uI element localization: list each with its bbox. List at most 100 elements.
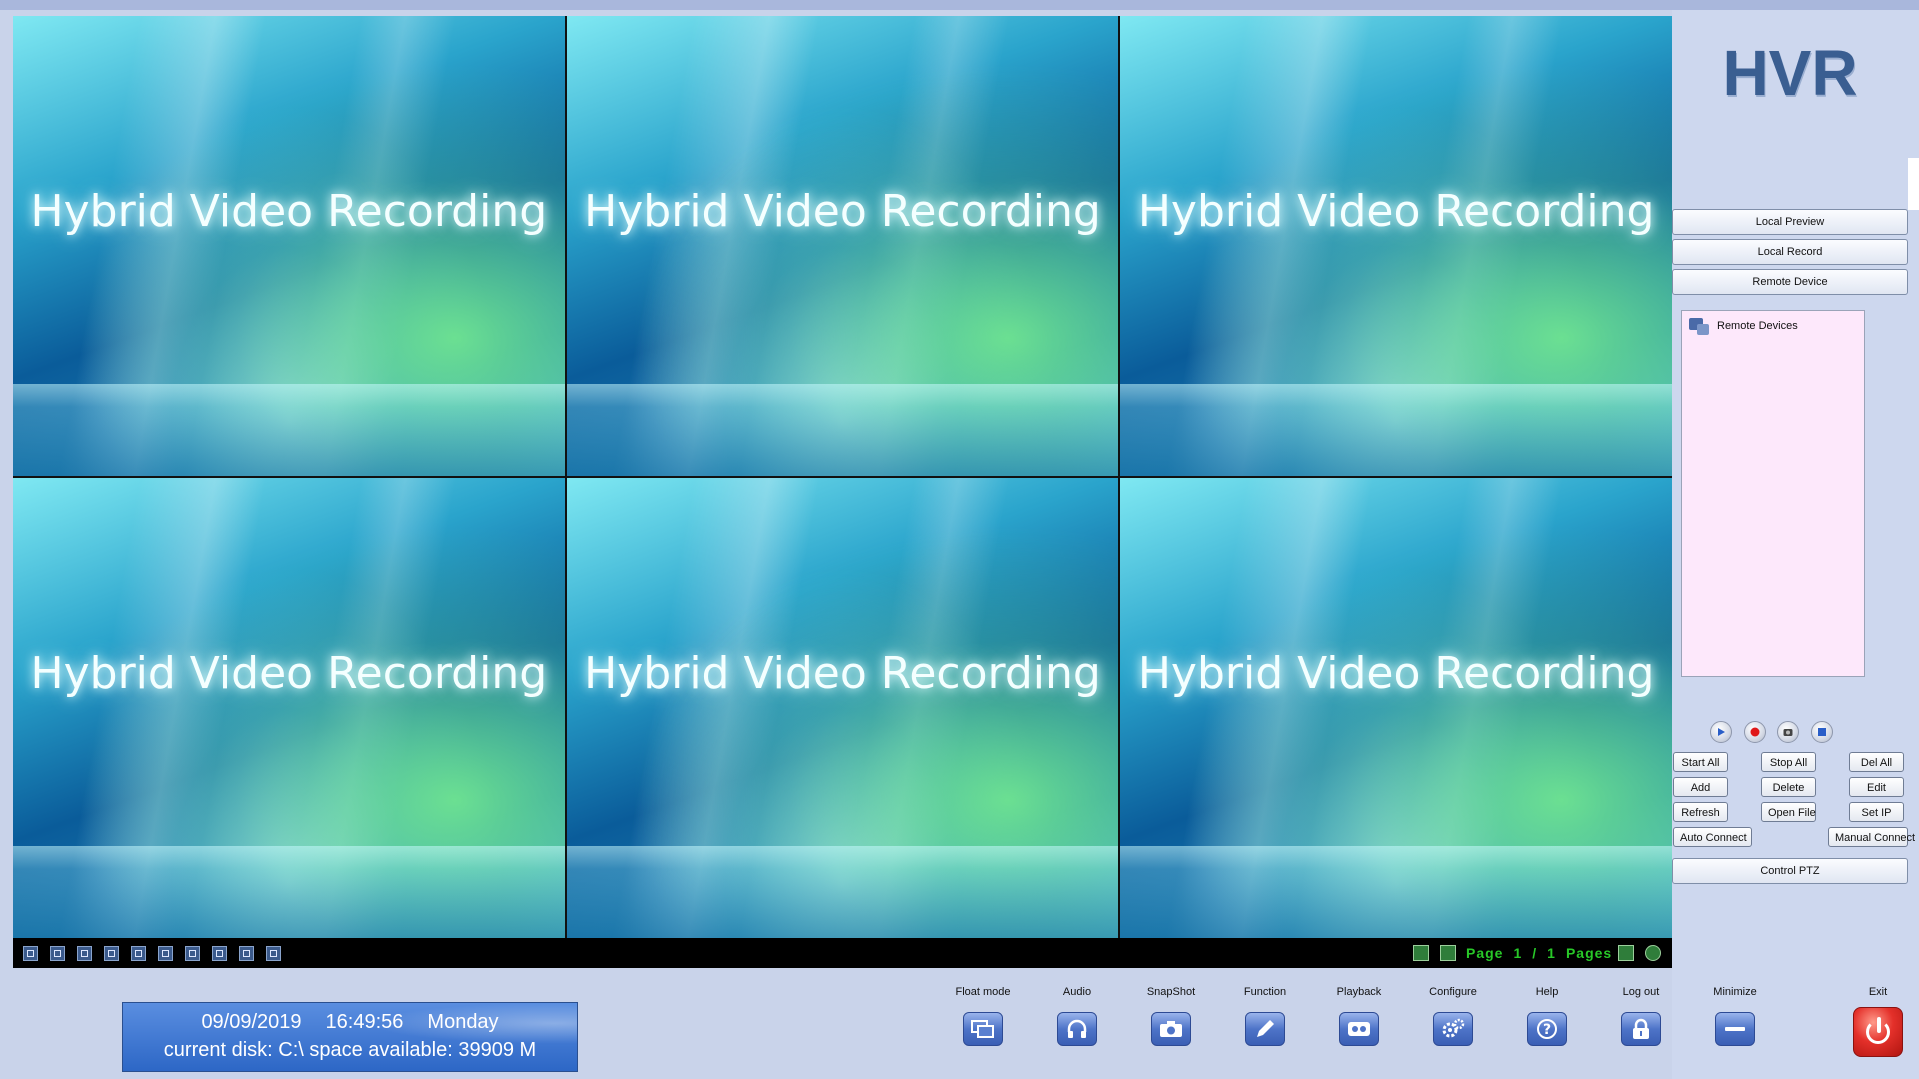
layout-4-icon[interactable]: [50, 946, 65, 961]
headphones-icon: [1057, 1012, 1097, 1046]
disk-status: current disk: C:\ space available: 39909…: [163, 1039, 537, 1061]
tab-remote-device[interactable]: Remote Device: [1672, 269, 1908, 295]
status-panel: 09/09/2019 16:49:56 Monday current disk: C…: [122, 1002, 578, 1072]
cell-floor: [566, 846, 1119, 938]
video-cell-3[interactable]: Hybrid Video Recording: [1120, 16, 1672, 476]
tool-label: Playback: [1336, 986, 1382, 998]
tab-local-record[interactable]: Local Record: [1672, 239, 1908, 265]
video-cell-6[interactable]: Hybrid Video Recording: [1120, 478, 1672, 938]
cell-floor: [1120, 846, 1672, 938]
play-button[interactable]: [1710, 721, 1732, 743]
next-page-icon[interactable]: [1618, 945, 1634, 961]
snapshot-tool-button[interactable]: SnapShot: [1136, 986, 1206, 1046]
refresh-page-icon[interactable]: [1645, 945, 1661, 961]
start-all-button[interactable]: Start All: [1673, 752, 1728, 772]
layout-8-icon[interactable]: [104, 946, 119, 961]
camera-icon: [1783, 729, 1793, 736]
cell-title: Hybrid Video Recording: [1137, 186, 1655, 238]
page-separator: /: [1532, 945, 1538, 961]
tree-item-remote-devices[interactable]: Remote Devices: [1688, 315, 1798, 337]
camera-icon: [1151, 1012, 1191, 1046]
window-top-border: [0, 0, 1919, 10]
cell-title: Hybrid Video Recording: [1137, 648, 1655, 700]
open-file-button[interactable]: Open File: [1761, 802, 1816, 822]
prev-page-icon[interactable]: [1440, 945, 1456, 961]
cell-title: Hybrid Video Recording: [584, 186, 1101, 238]
video-grid: Hybrid Video Recording Hybrid Video Reco…: [13, 16, 1672, 938]
video-control-bar: Page 1 / 1 Pages: [13, 938, 1672, 968]
help-button[interactable]: Help ?: [1512, 986, 1582, 1046]
add-button[interactable]: Add: [1673, 777, 1728, 797]
manual-connect-button[interactable]: Manual Connect: [1828, 827, 1915, 847]
devices-icon: [1688, 315, 1712, 337]
app-logo: HVR: [1722, 37, 1858, 109]
page-current: 1: [1513, 945, 1523, 961]
minimize-button[interactable]: Minimize: [1700, 986, 1770, 1046]
datetime-line: 09/09/2019 16:49:56 Monday: [123, 1011, 577, 1034]
page-indicator: Page 1 / 1 Pages: [1466, 945, 1622, 961]
layout-13-icon[interactable]: [185, 946, 200, 961]
layout-25-icon[interactable]: [239, 946, 254, 961]
tool-label: Float mode: [955, 986, 1011, 998]
float-mode-button[interactable]: Float mode: [948, 986, 1018, 1046]
cell-floor: [566, 384, 1119, 476]
layout-16-icon[interactable]: [212, 946, 227, 961]
layout-9-icon[interactable]: [131, 946, 146, 961]
record-button[interactable]: [1744, 721, 1766, 743]
tool-label: Exit: [1868, 986, 1888, 998]
cell-floor: [13, 846, 565, 938]
video-cell-1[interactable]: Hybrid Video Recording: [13, 16, 565, 476]
cell-floor: [13, 384, 565, 476]
page-total: 1: [1547, 945, 1556, 961]
help-icon: ?: [1527, 1012, 1567, 1046]
delete-button[interactable]: Delete: [1761, 777, 1816, 797]
minimize-icon: [1715, 1012, 1755, 1046]
pencil-icon: [1245, 1012, 1285, 1046]
tab-local-preview[interactable]: Local Preview: [1672, 209, 1908, 235]
auto-connect-button[interactable]: Auto Connect: [1673, 827, 1752, 847]
tool-label: Configure: [1429, 986, 1477, 998]
video-cell-2[interactable]: Hybrid Video Recording: [566, 16, 1119, 476]
cell-floor: [1120, 384, 1672, 476]
lock-icon: [1621, 1012, 1661, 1046]
tool-label: Audio: [1062, 986, 1092, 998]
audio-button[interactable]: Audio: [1042, 986, 1112, 1046]
exit-label-wrap: Exit: [1843, 986, 1913, 998]
cell-title: Hybrid Video Recording: [30, 186, 548, 238]
set-ip-button[interactable]: Set IP: [1849, 802, 1904, 822]
control-ptz-button[interactable]: Control PTZ: [1672, 858, 1908, 884]
stop-all-button[interactable]: Stop All: [1761, 752, 1816, 772]
status-time: 16:49:56: [325, 1011, 404, 1033]
tool-label: SnapShot: [1146, 986, 1196, 998]
del-all-button[interactable]: Del All: [1849, 752, 1904, 772]
playback-button[interactable]: Playback: [1324, 986, 1394, 1046]
play-icon: [1718, 728, 1725, 736]
page-label: Page: [1466, 945, 1504, 961]
gears-icon: [1433, 1012, 1473, 1046]
cell-title: Hybrid Video Recording: [584, 648, 1101, 700]
logout-button[interactable]: Log out: [1606, 986, 1676, 1046]
function-button[interactable]: Function: [1230, 986, 1300, 1046]
configure-button[interactable]: Configure: [1418, 986, 1488, 1046]
power-icon[interactable]: [1853, 1007, 1903, 1057]
video-cell-5[interactable]: Hybrid Video Recording: [566, 478, 1119, 938]
layout-10-icon[interactable]: [158, 946, 173, 961]
tool-label: Log out: [1622, 986, 1660, 998]
snapshot-button[interactable]: [1777, 721, 1799, 743]
panel-scroll-handle[interactable]: [1908, 158, 1919, 210]
device-tree: Remote Devices: [1681, 310, 1865, 677]
layout-6-icon[interactable]: [77, 946, 92, 961]
status-weekday: Monday: [427, 1011, 499, 1033]
tree-item-label: Remote Devices: [1717, 320, 1798, 332]
refresh-button[interactable]: Refresh: [1673, 802, 1728, 822]
layout-1-icon[interactable]: [23, 946, 38, 961]
stop-button[interactable]: [1811, 721, 1833, 743]
video-cell-4[interactable]: Hybrid Video Recording: [13, 478, 565, 938]
fullscreen-icon[interactable]: [266, 946, 281, 961]
edit-button[interactable]: Edit: [1849, 777, 1904, 797]
float-mode-icon: [963, 1012, 1003, 1046]
tool-label: Function: [1243, 986, 1287, 998]
tool-label: Help: [1535, 986, 1559, 998]
first-page-icon[interactable]: [1413, 945, 1429, 961]
cell-title: Hybrid Video Recording: [30, 648, 548, 700]
